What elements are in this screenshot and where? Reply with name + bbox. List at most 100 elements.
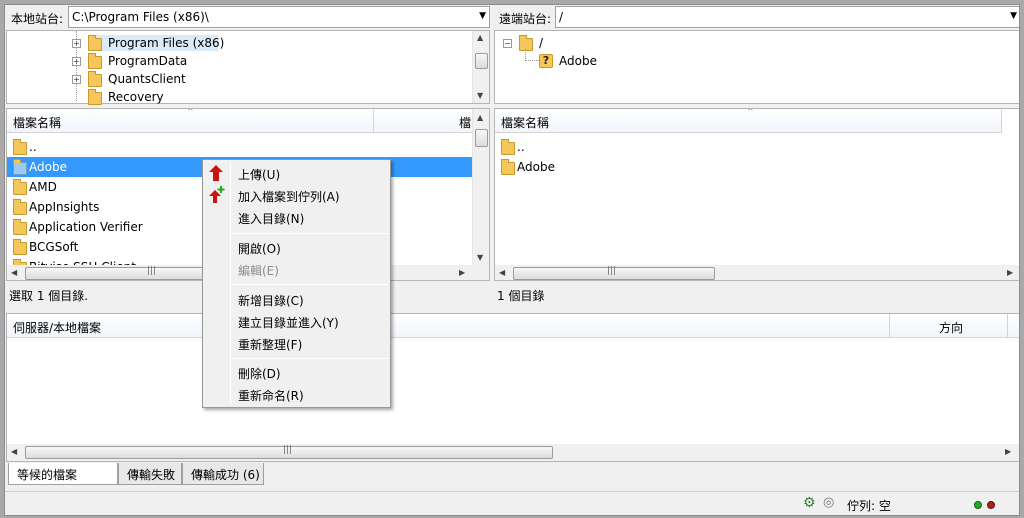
tab-successful-transfers[interactable]: 傳輸成功 (6): [182, 463, 264, 485]
collapse-icon[interactable]: −: [503, 39, 512, 48]
tree-item-label: QuantsClient: [108, 72, 186, 86]
local-path-combo[interactable]: C:\Program Files (x86)\ ▼: [68, 6, 490, 28]
menu-item-upload[interactable]: 上傳(U): [205, 163, 388, 183]
chevron-down-icon[interactable]: ▼: [479, 11, 486, 21]
remote-list-hscrollbar[interactable]: ◀ ||| ▶: [495, 265, 1019, 280]
queue-tabs: 等候的檔案 傳輸失敗 傳輸成功 (6): [6, 463, 1019, 487]
menu-separator: [233, 358, 388, 359]
unknown-folder-icon: ?: [539, 54, 553, 68]
expand-icon[interactable]: +: [72, 39, 81, 48]
tree-root-label: /: [539, 36, 544, 50]
remote-path-value: /: [559, 10, 564, 24]
status-bar: ⚙ ◎ 佇列: 空: [5, 491, 1019, 515]
local-status: 選取 1 個目錄.: [9, 289, 89, 303]
remote-rows: .. Adobe: [495, 135, 1019, 265]
expand-icon[interactable]: +: [72, 57, 81, 66]
menu-separator: [233, 233, 388, 234]
column-header-direction[interactable]: 方向: [939, 319, 963, 336]
tree-item-program-files[interactable]: Program Files (x86): [88, 35, 224, 51]
folder-icon: [13, 239, 27, 255]
column-header-filename[interactable]: 檔案名稱: [501, 114, 549, 131]
folder-icon: [13, 179, 27, 195]
folder-icon: [88, 53, 102, 69]
menu-item-enter-directory[interactable]: 進入目錄(N): [205, 207, 388, 227]
menu-item-open[interactable]: 開啟(O): [205, 237, 388, 257]
upload-arrow-icon: [209, 165, 223, 181]
queue-list[interactable]: 伺服器/本地檔案 方向 ◀ ||| ▶: [6, 313, 1019, 462]
column-divider: [1007, 314, 1008, 338]
folder-icon: [13, 159, 27, 175]
menu-item-rename[interactable]: 重新命名(R): [205, 384, 388, 404]
column-divider: [373, 109, 374, 133]
scroll-down-icon[interactable]: ▼: [477, 253, 483, 262]
tree-item-label: Recovery: [108, 90, 164, 104]
folder-icon: [13, 199, 27, 215]
status-led-red-icon: [987, 501, 995, 509]
speed-limit-icon[interactable]: ◎: [823, 495, 834, 510]
menu-separator: [233, 284, 388, 285]
menu-item-edit[interactable]: 編輯(E): [205, 259, 388, 279]
status-led-green-icon: [974, 501, 982, 509]
queue-header: 伺服器/本地檔案 方向: [7, 314, 1019, 338]
gear-icon[interactable]: ⚙: [803, 495, 816, 511]
local-tree-scrollbar[interactable]: ▲ ▼: [472, 31, 489, 103]
column-divider: [889, 314, 890, 338]
scroll-thumb[interactable]: [475, 129, 488, 147]
tab-failed-transfers[interactable]: 傳輸失敗: [118, 463, 182, 485]
menu-item-new-directory[interactable]: 新增目錄(C): [205, 289, 388, 309]
expand-icon[interactable]: +: [72, 75, 81, 84]
scroll-thumb[interactable]: [475, 53, 488, 69]
menu-item-refresh[interactable]: 重新整理(F): [205, 333, 388, 353]
scroll-right-icon[interactable]: ▶: [1005, 447, 1011, 456]
menu-item-create-and-enter[interactable]: 建立目錄並進入(Y): [205, 311, 388, 331]
tree-lines: [525, 49, 539, 61]
scroll-up-icon[interactable]: ▲: [477, 33, 483, 42]
folder-icon: [13, 219, 27, 235]
scroll-left-icon[interactable]: ◀: [499, 268, 505, 277]
tree-item-label: ProgramData: [108, 54, 188, 68]
remote-path-combo[interactable]: / ▼: [555, 6, 1019, 28]
tab-queued-files[interactable]: 等候的檔案: [8, 463, 118, 485]
menu-item-add-to-queue[interactable]: 加入檔案到佇列(A): [205, 185, 388, 205]
grip-icon: |||: [607, 266, 617, 276]
queue-hscrollbar[interactable]: ◀ ||| ▶: [7, 444, 1019, 461]
chevron-down-icon[interactable]: ▼: [1010, 11, 1017, 21]
local-list-vscrollbar[interactable]: ▲ ▼: [472, 109, 489, 265]
scroll-right-icon[interactable]: ▶: [1007, 268, 1013, 277]
folder-icon: [501, 159, 515, 175]
tree-item-label: Program Files (x86): [108, 36, 225, 50]
folder-icon: [88, 35, 102, 51]
remote-list-header: 檔案名稱 ^: [495, 108, 1002, 133]
grip-icon: |||: [147, 266, 157, 276]
queue-status: 佇列: 空: [847, 499, 891, 513]
scroll-left-icon[interactable]: ◀: [11, 268, 17, 277]
tree-item-label: Adobe: [559, 54, 597, 68]
folder-icon: [501, 139, 515, 155]
list-item[interactable]: ..: [495, 137, 1019, 157]
scroll-down-icon[interactable]: ▼: [477, 91, 483, 100]
context-menu: 上傳(U) 加入檔案到佇列(A) 進入目錄(N) 開啟(O) 編輯(E) 新增目…: [202, 159, 391, 408]
list-item[interactable]: Adobe: [495, 157, 1019, 177]
column-header-filename[interactable]: 檔案名稱: [13, 114, 61, 131]
filezilla-window: 本地站台: C:\Program Files (x86)\ ▼ 遠端站台: / …: [4, 4, 1020, 516]
add-to-queue-icon: [209, 186, 225, 203]
list-item[interactable]: ..: [7, 137, 473, 157]
scroll-left-icon[interactable]: ◀: [11, 447, 17, 456]
column-header-size[interactable]: 檔: [459, 114, 471, 131]
folder-icon: [88, 71, 102, 87]
menu-item-delete[interactable]: 刪除(D): [205, 362, 388, 382]
local-path-value: C:\Program Files (x86)\: [72, 10, 209, 24]
sort-ascending-icon: ^: [747, 108, 754, 116]
column-divider: [1001, 109, 1002, 133]
scroll-right-icon[interactable]: ▶: [459, 268, 465, 277]
remote-file-list[interactable]: 檔案名稱 ^ .. Adobe ◀ ||| ▶: [494, 108, 1019, 281]
sort-ascending-icon: ^: [187, 108, 194, 116]
folder-icon: [13, 139, 27, 155]
remote-site-label: 遠端站台:: [499, 12, 552, 26]
local-site-label: 本地站台:: [11, 12, 64, 26]
column-header-server-file[interactable]: 伺服器/本地檔案: [13, 319, 101, 336]
remote-tree[interactable]: − / ? Adobe: [494, 30, 1019, 104]
local-tree[interactable]: + Program Files (x86) + ProgramData + Qu…: [6, 30, 490, 105]
scroll-up-icon[interactable]: ▲: [477, 113, 483, 122]
folder-icon: [88, 89, 102, 105]
